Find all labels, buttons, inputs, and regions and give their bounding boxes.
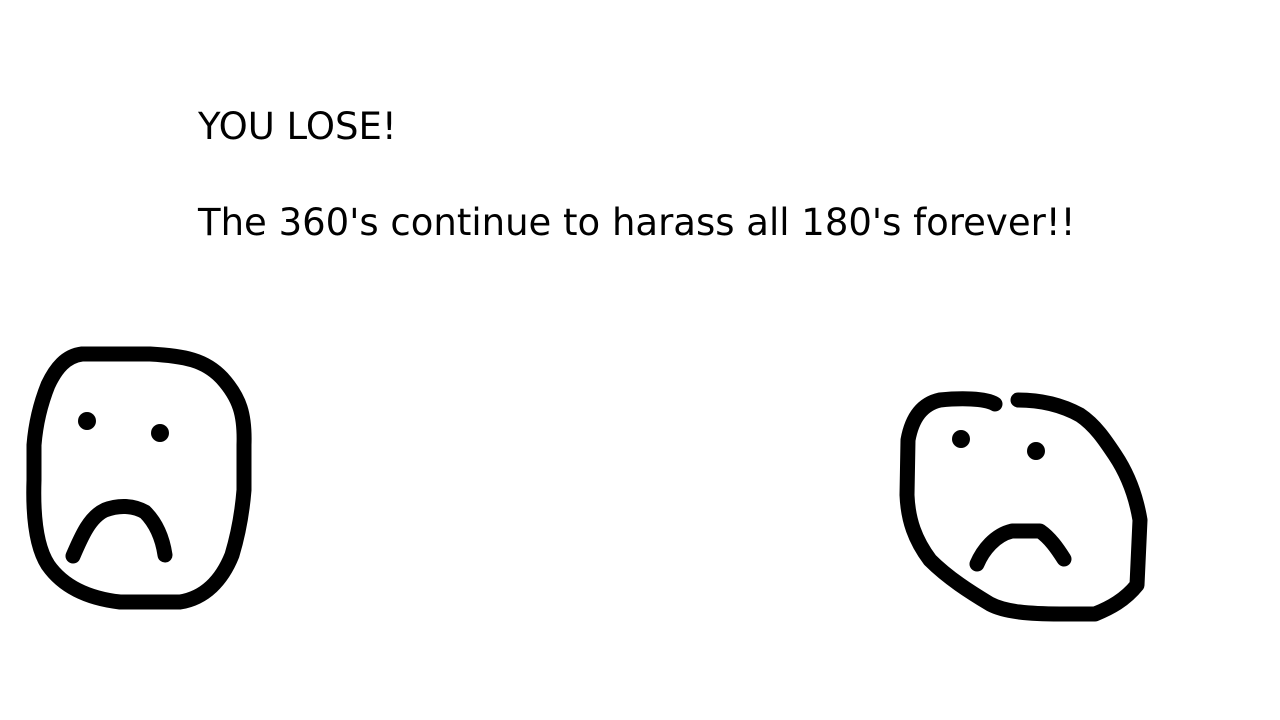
face-right-eye-2 [1027,442,1045,460]
game-over-screen: YOU LOSE! The 360's continue to harass a… [0,0,1280,720]
face-outline-right [899,391,1148,622]
face-right-eye-1 [952,430,970,448]
sad-face-right-icon [899,391,1148,622]
face-right-frown [969,523,1072,572]
